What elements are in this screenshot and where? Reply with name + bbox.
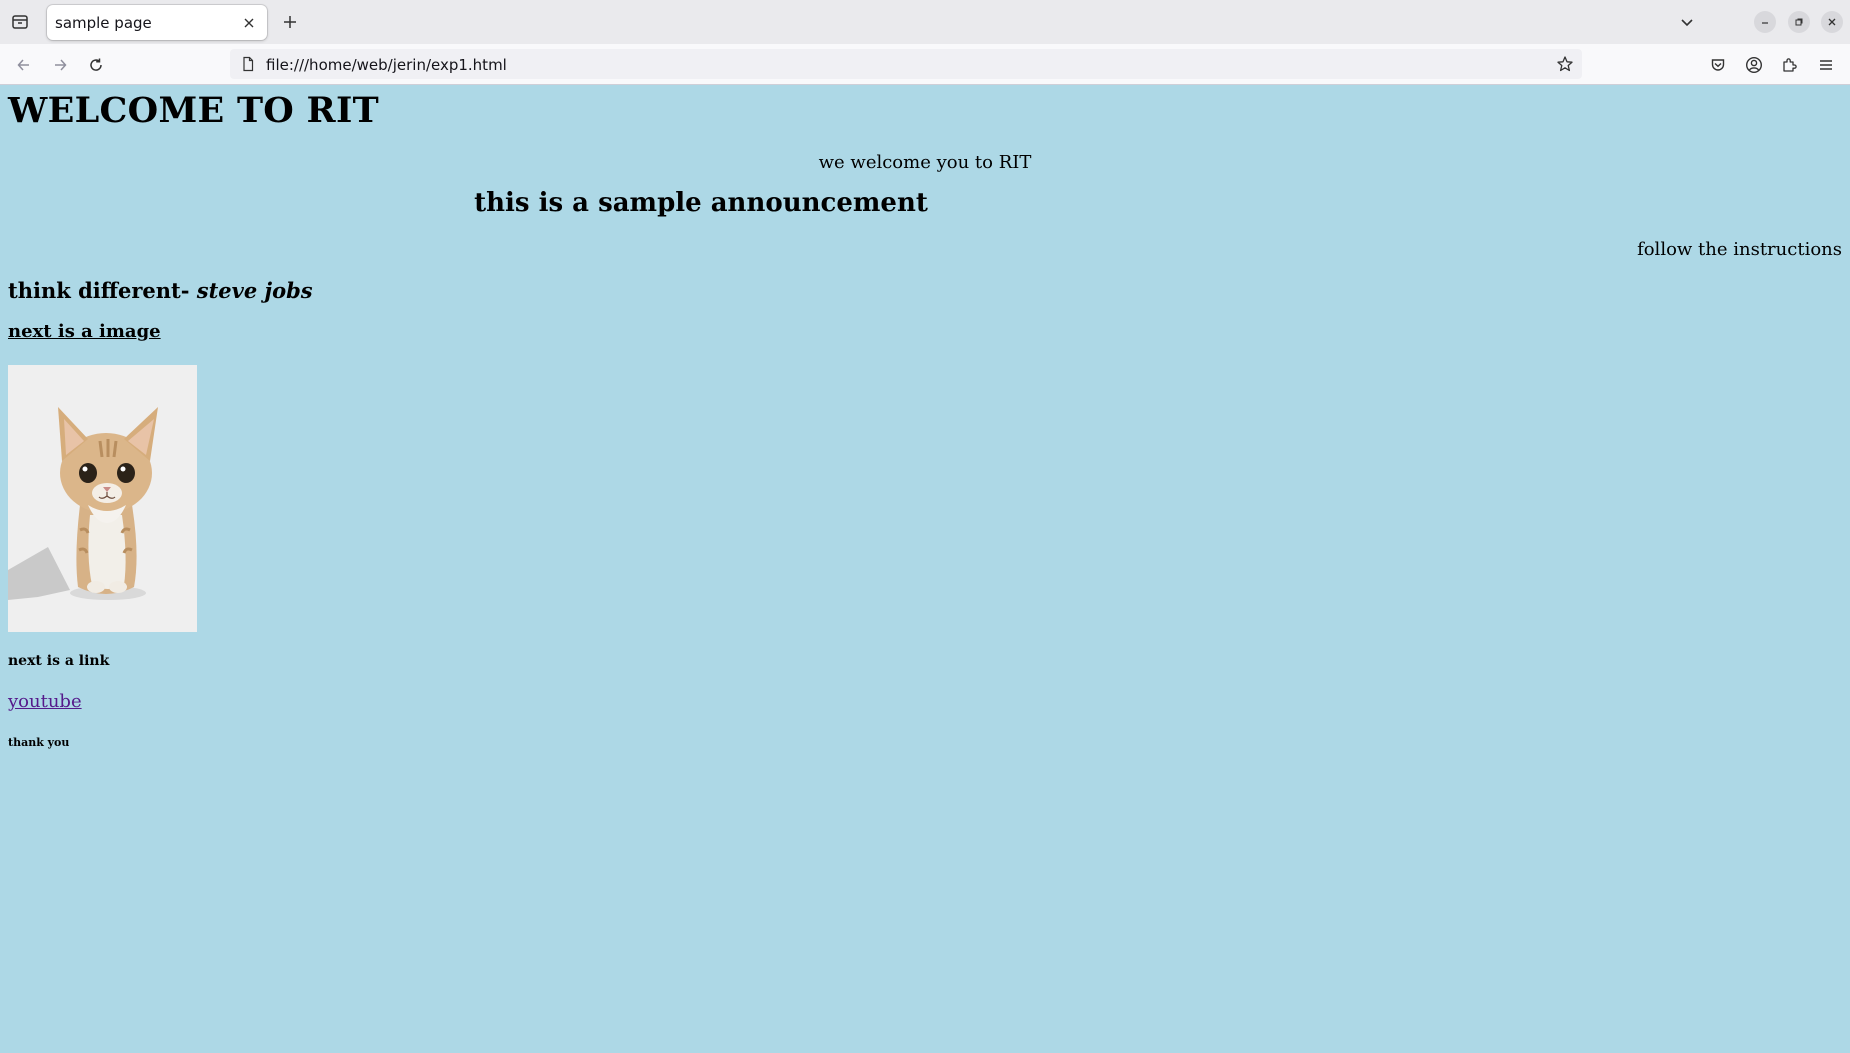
chevron-down-icon[interactable] <box>1675 10 1699 34</box>
quote-heading: think different- steve jobs <box>8 278 313 303</box>
tab-list-icon[interactable] <box>8 10 32 34</box>
page-heading: WELCOME TO RIT <box>8 90 379 131</box>
reload-icon[interactable] <box>83 52 109 78</box>
thanks-text: thank you <box>8 736 70 749</box>
page-content: WELCOME TO RIT we welcome you to RIT thi… <box>0 85 1850 1053</box>
url-bar[interactable]: file:///home/web/jerin/exp1.html <box>230 49 1582 79</box>
account-icon[interactable] <box>1742 53 1766 77</box>
minimize-icon[interactable] <box>1754 11 1776 33</box>
instructions-text: follow the instructions <box>1637 239 1842 260</box>
image-heading: next is a image <box>8 321 161 342</box>
link-heading: next is a link <box>8 653 110 669</box>
tab-title: sample page <box>55 14 152 32</box>
star-icon[interactable] <box>1556 55 1574 73</box>
welcome-text: we welcome you to RIT <box>818 152 1032 173</box>
hamburger-menu-icon[interactable] <box>1814 53 1838 77</box>
announcement-heading: this is a sample announcement <box>474 188 928 218</box>
quote-text: think different- <box>8 278 190 303</box>
arrow-right-icon[interactable] <box>47 52 73 78</box>
puzzle-icon[interactable] <box>1778 53 1802 77</box>
youtube-link[interactable]: youtube <box>8 691 82 712</box>
close-icon[interactable] <box>1821 11 1843 33</box>
page-icon <box>240 56 256 72</box>
url-text[interactable]: file:///home/web/jerin/exp1.html <box>266 56 507 74</box>
close-icon[interactable] <box>239 13 259 33</box>
navigation-toolbar: file:///home/web/jerin/exp1.html <box>0 44 1850 85</box>
arrow-left-icon[interactable] <box>11 52 37 78</box>
browser-tab[interactable]: sample page <box>47 5 267 40</box>
plus-icon[interactable] <box>278 10 302 34</box>
pocket-icon[interactable] <box>1706 53 1730 77</box>
tab-bar: sample page <box>0 0 1850 44</box>
quote-author: steve jobs <box>196 278 313 303</box>
kitten-image <box>8 365 197 632</box>
restore-icon[interactable] <box>1788 11 1810 33</box>
